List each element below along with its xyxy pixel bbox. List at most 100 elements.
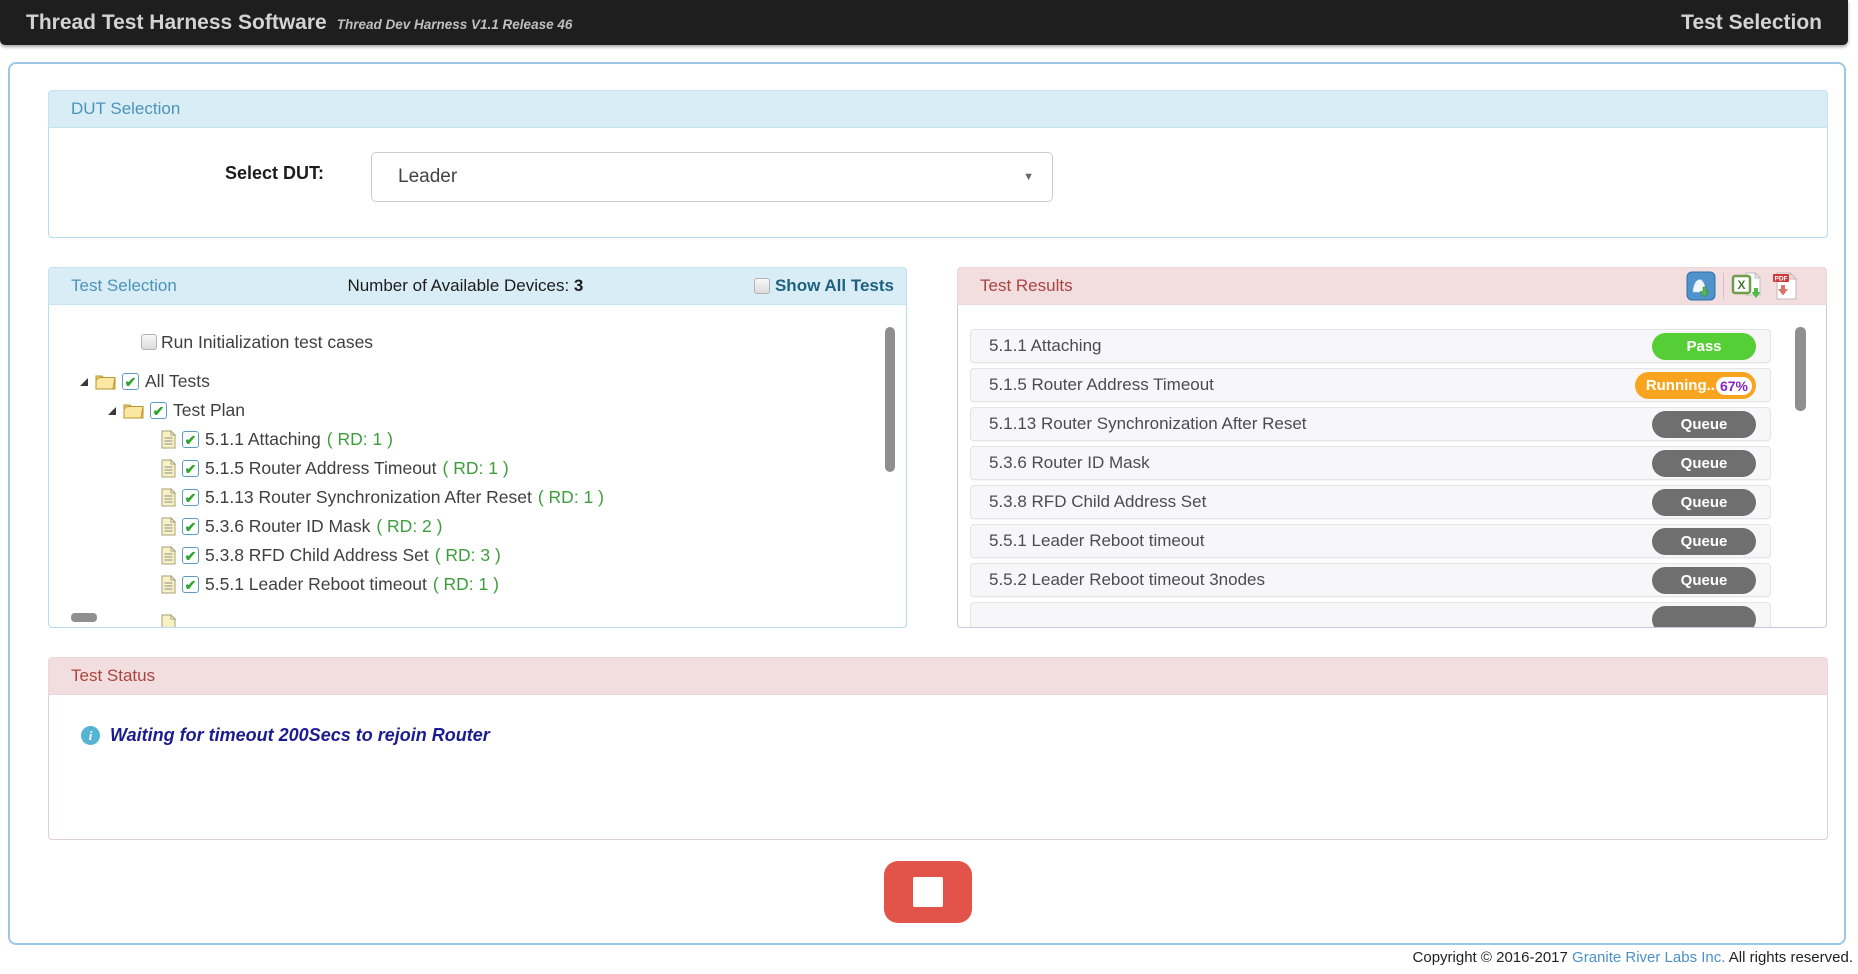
progress-percent: 67% bbox=[1716, 377, 1752, 395]
test-rd-count: ( RD: 1 ) bbox=[327, 429, 393, 450]
app-branding: Thread Test Harness Software Thread Dev … bbox=[26, 11, 572, 35]
test-rd-count: ( RD: 1 ) bbox=[443, 458, 509, 479]
test-status-header: Test Status bbox=[48, 657, 1828, 695]
tree-test-item[interactable]: ✔ 5.3.6 Router ID Mask ( RD: 2 ) bbox=[161, 512, 906, 541]
result-row[interactable]: 5.3.6 Router ID Mask Queue bbox=[970, 446, 1771, 480]
test-name: 5.1.13 Router Synchronization After Rese… bbox=[205, 487, 532, 508]
test-leaf-list: ✔ 5.1.1 Attaching ( RD: 1 ) bbox=[49, 425, 906, 599]
folder-icon bbox=[95, 373, 116, 390]
copyright-prefix: Copyright © 2016-2017 bbox=[1413, 949, 1573, 966]
document-icon bbox=[161, 517, 176, 536]
result-row[interactable]: 5.1.1 Attaching Pass bbox=[970, 329, 1771, 363]
test-rd-count: ( RD: 1 ) bbox=[538, 487, 604, 508]
result-row[interactable]: 5.1.5 Router Address Timeout Running.. 6… bbox=[970, 368, 1771, 402]
test-status-title: Test Status bbox=[71, 666, 155, 686]
result-test-name: 5.1.5 Router Address Timeout bbox=[971, 375, 1214, 395]
expand-collapse-icon[interactable] bbox=[79, 377, 89, 387]
stop-icon bbox=[913, 877, 943, 907]
tree-test-item[interactable]: ✔ 5.1.1 Attaching ( RD: 1 ) bbox=[161, 425, 906, 454]
dut-selected-value: Leader bbox=[398, 166, 457, 188]
main-container: DUT Selection Select DUT: Leader ▼ Test … bbox=[8, 62, 1846, 945]
tree-node-test-plan[interactable]: ✔ Test Plan bbox=[107, 396, 906, 425]
result-test-name: 5.1.13 Router Synchronization After Rese… bbox=[971, 414, 1307, 434]
result-row[interactable]: 5.3.8 RFD Child Address Set Queue bbox=[970, 485, 1771, 519]
dut-selection-panel: DUT Selection Select DUT: Leader ▼ bbox=[48, 90, 1828, 238]
test-selection-header: Test Selection Number of Available Devic… bbox=[48, 267, 907, 305]
show-all-tests-checkbox[interactable] bbox=[754, 278, 770, 294]
test-name: 5.3.8 RFD Child Address Set bbox=[205, 545, 429, 566]
status-badge: Running.. 67% bbox=[1635, 372, 1756, 399]
test-checkbox[interactable]: ✔ bbox=[182, 489, 199, 506]
show-all-tests-toggle[interactable]: Show All Tests bbox=[754, 276, 894, 296]
app-title: Thread Test Harness Software bbox=[26, 11, 327, 35]
vertical-scrollbar-thumb[interactable] bbox=[1795, 327, 1806, 411]
test-name: 5.3.6 Router ID Mask bbox=[205, 516, 370, 537]
result-test-name: 5.5.1 Leader Reboot timeout bbox=[971, 531, 1204, 551]
status-label: Queue bbox=[1681, 494, 1728, 511]
pdf-report-export-icon[interactable]: PDF bbox=[1770, 271, 1800, 301]
result-row[interactable]: 5.5.1 Leader Reboot timeout Queue bbox=[970, 524, 1771, 558]
status-badge: Queue bbox=[1652, 567, 1756, 594]
excel-report-export-icon[interactable]: X bbox=[1731, 271, 1763, 301]
status-label: Running.. bbox=[1646, 377, 1715, 394]
test-name: 5.1.1 Attaching bbox=[205, 429, 321, 450]
expand-collapse-icon[interactable] bbox=[107, 406, 117, 416]
status-badge: Queue bbox=[1652, 528, 1756, 555]
test-checkbox[interactable]: ✔ bbox=[182, 431, 199, 448]
status-message: Waiting for timeout 200Secs to rejoin Ro… bbox=[110, 725, 490, 746]
result-row[interactable]: 5.1.13 Router Synchronization After Rese… bbox=[970, 407, 1771, 441]
result-row[interactable]: 5.5.2 Leader Reboot timeout 3nodes Queue bbox=[970, 563, 1771, 597]
tree-test-item[interactable]: ✔ 5.1.13 Router Synchronization After Re… bbox=[161, 483, 906, 512]
horizontal-scrollbar-thumb[interactable] bbox=[71, 613, 97, 622]
test-rd-count: ( RD: 2 ) bbox=[376, 516, 442, 537]
stop-button[interactable] bbox=[884, 861, 972, 923]
tree-test-item[interactable]: ✔ 5.3.8 RFD Child Address Set ( RD: 3 ) bbox=[161, 541, 906, 570]
test-tree: Run Initialization test cases ✔ All Test… bbox=[49, 305, 906, 627]
test-checkbox[interactable]: ✔ bbox=[182, 576, 199, 593]
toolbar-divider bbox=[1723, 273, 1724, 299]
app-version: Thread Dev Harness V1.1 Release 46 bbox=[337, 17, 573, 32]
test-results-header: Test Results X bbox=[957, 267, 1827, 305]
show-all-tests-label: Show All Tests bbox=[775, 276, 894, 296]
status-label: Queue bbox=[1681, 572, 1728, 589]
test-results-title: Test Results bbox=[980, 276, 1073, 296]
test-plan-checkbox[interactable]: ✔ bbox=[150, 402, 167, 419]
test-checkbox[interactable]: ✔ bbox=[182, 518, 199, 535]
result-test-name: 5.1.1 Attaching bbox=[971, 336, 1101, 356]
document-icon bbox=[161, 546, 176, 565]
svg-text:PDF: PDF bbox=[1775, 276, 1788, 283]
test-rd-count: ( RD: 3 ) bbox=[435, 545, 501, 566]
vertical-scrollbar-thumb[interactable] bbox=[885, 327, 895, 472]
devices-count: 3 bbox=[574, 276, 583, 295]
available-devices-label: Number of Available Devices: 3 bbox=[347, 276, 583, 296]
test-name: 5.1.5 Router Address Timeout bbox=[205, 458, 437, 479]
status-badge: Queue bbox=[1652, 489, 1756, 516]
test-results-body: 5.1.1 Attaching Pass 5.1.5 Router Addres… bbox=[957, 305, 1827, 628]
tree-test-item-partial bbox=[161, 609, 906, 628]
run-init-row[interactable]: Run Initialization test cases bbox=[141, 331, 906, 353]
dropdown-caret-icon: ▼ bbox=[1023, 171, 1034, 183]
copyright-suffix: All rights reserved. bbox=[1725, 949, 1853, 966]
export-toolbar: X PDF bbox=[1686, 271, 1800, 301]
run-init-checkbox[interactable] bbox=[141, 334, 157, 350]
run-init-label: Run Initialization test cases bbox=[161, 332, 373, 353]
test-selection-panel: Test Selection Number of Available Devic… bbox=[48, 267, 907, 628]
status-badge: Queue bbox=[1652, 411, 1756, 438]
document-icon bbox=[161, 430, 176, 449]
tree-node-all-tests[interactable]: ✔ All Tests bbox=[79, 367, 906, 396]
status-label: Queue bbox=[1681, 533, 1728, 550]
granite-river-labs-link[interactable]: Granite River Labs Inc. bbox=[1572, 949, 1725, 966]
test-checkbox[interactable]: ✔ bbox=[182, 547, 199, 564]
info-icon: i bbox=[81, 726, 100, 745]
select-dut-label: Select DUT: bbox=[109, 163, 324, 184]
document-icon bbox=[161, 575, 176, 594]
test-checkbox[interactable]: ✔ bbox=[182, 460, 199, 477]
folder-icon bbox=[123, 402, 144, 419]
dut-select-dropdown[interactable]: Leader ▼ bbox=[371, 152, 1053, 202]
tree-test-item[interactable]: ✔ 5.1.5 Router Address Timeout ( RD: 1 ) bbox=[161, 454, 906, 483]
status-badge: Queue bbox=[1652, 450, 1756, 477]
test-status-panel: Test Status i Waiting for timeout 200Sec… bbox=[48, 657, 1828, 840]
all-tests-checkbox[interactable]: ✔ bbox=[122, 373, 139, 390]
wireshark-capture-export-icon[interactable] bbox=[1686, 271, 1716, 301]
tree-test-item[interactable]: ✔ 5.5.1 Leader Reboot timeout ( RD: 1 ) bbox=[161, 570, 906, 599]
